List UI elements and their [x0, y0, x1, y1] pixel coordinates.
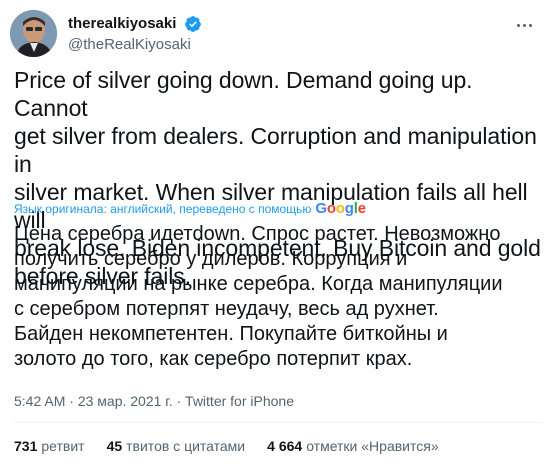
more-options-icon[interactable] [509, 14, 539, 36]
meta-separator: · [176, 393, 182, 409]
translation-attribution: Язык оригинала: английский, переведено с… [14, 201, 366, 217]
likes-label: отметки «Нравится» [306, 438, 439, 454]
tweet-meta: 5:42 AM · 23 мар. 2021 г. · Twitter for … [14, 392, 294, 410]
tweet-source[interactable]: Twitter for iPhone [185, 393, 294, 409]
quotes-stat[interactable]: 45 твитов с цитатами [107, 437, 246, 455]
quotes-label: твитов с цитатами [126, 438, 246, 454]
quotes-count: 45 [106, 438, 123, 454]
author-handle[interactable]: @theRealKiyosaki [68, 35, 202, 54]
likes-count: 4 664 [267, 438, 303, 454]
author-display-name[interactable]: therealkiyosaki [68, 14, 176, 33]
retweets-count: 731 [14, 438, 38, 454]
retweets-label: ретвит [41, 438, 85, 454]
tweet-header: therealkiyosaki @theRealKiyosaki [10, 6, 539, 58]
tweet-stats: 731 ретвит 45 твитов с цитатами 4 664 отмет… [14, 437, 439, 455]
translation-note: Язык оригинала: английский, переведено с… [14, 202, 312, 216]
verified-badge-icon [184, 15, 201, 32]
retweets-stat[interactable]: 731 ретвит [14, 437, 85, 455]
tweet-text-translated: Цена серебра идетdown. Спрос растет. Нев… [14, 223, 503, 370]
avatar[interactable] [10, 10, 57, 57]
tweet-date[interactable]: 23 мар. 2021 г. [78, 393, 173, 409]
tweet-card: therealkiyosaki @theRealKiyosaki Price o… [0, 0, 555, 467]
likes-stat[interactable]: 4 664 отметки «Нравится» [267, 437, 438, 455]
tweet-time[interactable]: 5:42 AM [14, 393, 65, 409]
meta-separator: · [69, 393, 74, 409]
avatar-image [10, 10, 57, 57]
google-logo[interactable]: Google [315, 201, 366, 217]
divider [14, 422, 543, 423]
author-names: therealkiyosaki @theRealKiyosaki [68, 14, 202, 54]
